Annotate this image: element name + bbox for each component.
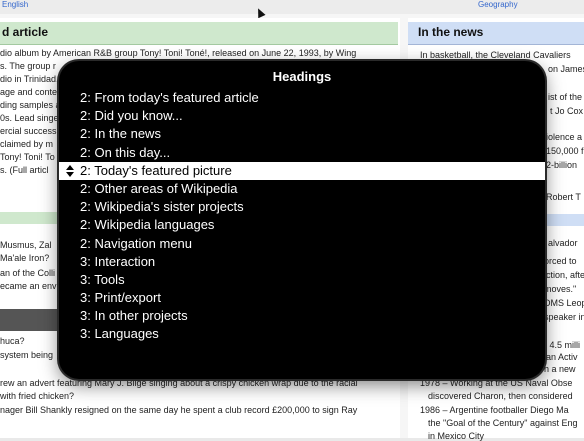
right-line: orced to [544,256,577,266]
rotor-item-label: 2: Other areas of Wikipedia [80,180,238,196]
top-link-english[interactable]: English [2,0,28,9]
rotor-item[interactable]: 3: Print/export [59,289,545,307]
rotor-item[interactable]: 2: Navigation menu [59,235,545,253]
right-line: alvador [548,238,578,248]
top-link-geography[interactable]: Geography [478,0,518,9]
rotor-item-label: 3: Tools [80,271,125,287]
right-line: h a new [544,364,576,374]
left-line: age and conte [0,87,58,97]
rotor-item[interactable]: 3: Languages [59,325,545,343]
rotor-item-label: 3: In other projects [80,308,188,324]
right-line: 1978 – Working at the US Naval Obse [420,378,573,388]
headings-rotor[interactable]: Headings 2: From today's featured articl… [59,61,545,379]
left-line: ding samples a [0,100,61,110]
right-line: ist of the [548,92,583,102]
left-line: dio album by American R&B group Tony! To… [0,48,357,58]
left-line: ercial success, [0,126,60,136]
right-line: In basketball, the Cleveland Cavaliers [420,50,571,60]
dark-strip [0,309,60,331]
left-line: huca? [0,336,25,346]
rotor-list[interactable]: 2: From today's featured article 2: Did y… [59,89,545,344]
rotor-item[interactable]: 3: Interaction [59,253,545,271]
right-line: speaker in [544,312,584,322]
right-line: 150,000 f [546,146,584,156]
right-line: ian Activ [544,352,578,362]
left-line: rew an advert featuring Mary J. Blige si… [0,378,358,388]
right-pane-header: In the news [408,22,584,45]
left-line: Tony! Toni! To [0,152,55,162]
rotor-item-label: 2: On this day... [80,144,171,160]
right-line: on James [548,64,584,74]
right-line: in Mexico City [428,431,485,441]
rotor-item[interactable]: 2: Wikipedia languages [59,216,545,234]
rotor-item[interactable]: 2: From today's featured article [59,89,545,107]
rotor-item-label: 3: Print/export [80,290,161,306]
rotor-item[interactable]: 2: On this day... [59,144,545,162]
left-line: Musmus, Zal [0,240,52,250]
rotor-item-label: 2: Today's featured picture [80,162,232,178]
right-line: moves." [544,284,577,294]
rotor-item-label: 3: Interaction [80,253,156,269]
rotor-item-selected[interactable]: 2: Today's featured picture [59,161,545,180]
rotor-item[interactable]: 2: Wikipedia's sister projects [59,198,545,216]
left-line: 0s. Lead singe [0,113,59,123]
right-line: iction, afte [544,270,584,280]
right-line: iolence a [546,132,583,142]
left-line: system being [0,350,54,360]
rotor-item[interactable]: 2: Other areas of Wikipedia [59,180,545,198]
left-line: claimed by m [0,139,54,149]
left-line: s. (Full articl [0,165,49,175]
right-line: 2-billion [546,160,578,170]
left-line: nager Bill Shankly resigned on the same … [0,405,358,415]
rotor-item[interactable]: 3: Tools [59,271,545,289]
left-line: an of the Colli [0,268,56,278]
rotor-item[interactable]: 2: In the news [59,125,545,143]
rotor-item[interactable]: 3: In other projects [59,307,545,325]
left-line: with fried chicken? [0,391,75,401]
rotor-item-label: 3: Languages [80,326,159,342]
left-pane-header: d article [0,22,398,45]
rotor-item-label: 2: Did you know... [80,108,183,124]
rotor-item-label: 2: From today's featured article [80,90,259,105]
rotor-item-label: 2: Wikipedia languages [80,217,215,233]
rotor-item-label: 2: Wikipedia's sister projects [80,199,244,215]
right-line: 1986 – Argentine footballer Diego Ma [420,405,569,415]
right-line: t Jo Cox [550,106,584,116]
right-line: Robert T [546,192,581,202]
left-line: s. The group r [0,61,56,71]
updown-arrows-icon [66,164,74,177]
right-line: discovered Charon, then considered [428,391,573,401]
left-line: Ma'ale Iron? [0,253,50,263]
right-line: r 4.5 milli [544,340,581,350]
rotor-item-label: 2: In the news [80,126,161,142]
rotor-item[interactable]: 2: Did you know... [59,107,545,125]
left-line: ecame an env [0,281,57,291]
left-line: dio in Trinidad, [0,74,59,84]
rotor-title: Headings [272,69,332,84]
right-line: DMS Leop [544,298,584,308]
rotor-item-label: 2: Navigation menu [80,235,193,251]
right-line: the "Goal of the Century" against Eng [428,418,578,428]
